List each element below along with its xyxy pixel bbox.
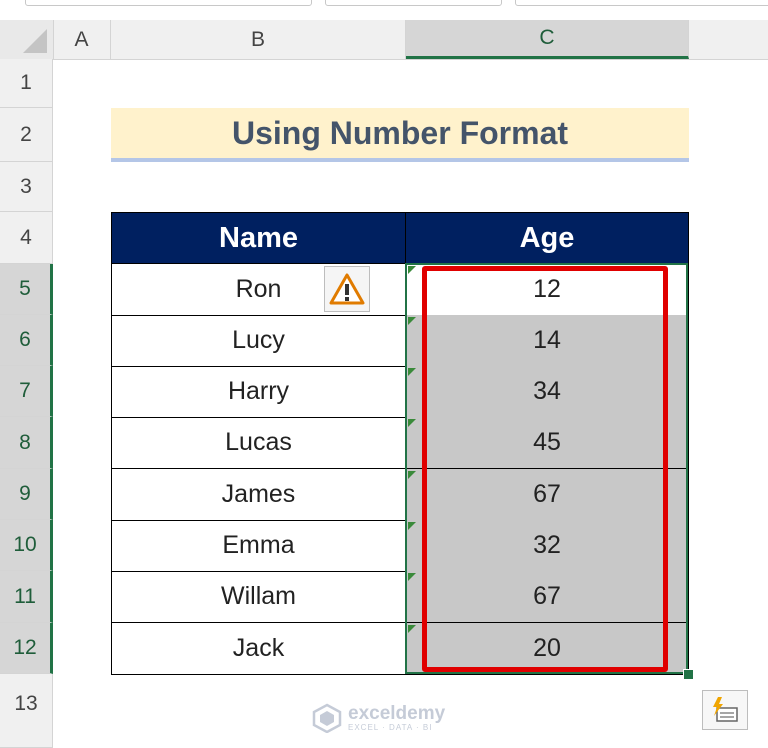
header-age[interactable]: Age (405, 212, 689, 264)
name-cell[interactable]: James (111, 469, 406, 521)
watermark: exceldemy EXCEL · DATA · BI (312, 700, 482, 736)
row-header-5[interactable]: 5 (0, 264, 53, 315)
row-header-7[interactable]: 7 (0, 366, 53, 417)
name-box[interactable] (25, 0, 312, 6)
header-name[interactable]: Name (111, 212, 406, 264)
name-cell[interactable]: Harry (111, 366, 406, 418)
age-cell[interactable]: 12 (405, 264, 689, 316)
error-indicator-icon (408, 317, 416, 325)
column-header-a[interactable]: A (53, 20, 111, 59)
error-indicator-icon (408, 266, 416, 274)
row-header-11[interactable]: 11 (0, 571, 53, 623)
quick-analysis-button[interactable] (702, 690, 748, 730)
toolbar-box[interactable] (325, 0, 502, 6)
row-header-2[interactable]: 2 (0, 108, 53, 162)
age-cell[interactable]: 67 (405, 469, 689, 521)
exceldemy-logo-icon (312, 703, 342, 733)
error-indicator-icon (408, 368, 416, 376)
row-header-13[interactable]: 13 (0, 674, 53, 748)
age-cell[interactable]: 45 (405, 417, 689, 469)
age-cell[interactable]: 34 (405, 366, 689, 418)
watermark-text: exceldemy EXCEL · DATA · BI (348, 702, 446, 732)
watermark-brand: exceldemy (348, 702, 446, 724)
name-cell[interactable]: Emma (111, 520, 406, 572)
row-header-12[interactable]: 12 (0, 623, 53, 674)
column-header-b[interactable]: B (111, 20, 406, 59)
formula-bar[interactable] (515, 0, 768, 6)
error-indicator-icon (408, 573, 416, 581)
error-options-button[interactable] (324, 266, 370, 312)
age-cell[interactable]: 20 (405, 623, 689, 675)
select-all-corner[interactable] (0, 20, 54, 60)
row-header-4[interactable]: 4 (0, 212, 53, 264)
column-header-c[interactable]: C (406, 20, 689, 59)
title-cell[interactable]: Using Number Format (111, 108, 689, 162)
error-indicator-icon (408, 522, 416, 530)
error-indicator-icon (408, 419, 416, 427)
quick-analysis-icon (713, 697, 738, 722)
row-header-6[interactable]: 6 (0, 315, 53, 366)
name-cell[interactable]: Jack (111, 623, 406, 675)
age-cell[interactable]: 67 (405, 571, 689, 623)
row-header-10[interactable]: 10 (0, 520, 53, 571)
spreadsheet: A B C 1 2 3 4 5 6 7 8 9 10 11 12 13 Usin… (0, 0, 768, 748)
row-header-8[interactable]: 8 (0, 417, 53, 469)
row-header-3[interactable]: 3 (0, 162, 53, 212)
name-cell[interactable]: Lucas (111, 417, 406, 469)
name-cell[interactable]: Willam (111, 571, 406, 623)
age-cell[interactable]: 14 (405, 315, 689, 367)
fill-handle[interactable] (683, 669, 694, 680)
warning-icon (329, 273, 365, 305)
error-indicator-icon (408, 625, 416, 633)
row-header-9[interactable]: 9 (0, 469, 53, 520)
toolbar-strip (0, 0, 768, 20)
row-header-1[interactable]: 1 (0, 59, 53, 108)
error-indicator-icon (408, 471, 416, 479)
name-cell[interactable]: Lucy (111, 315, 406, 367)
age-cell[interactable]: 32 (405, 520, 689, 572)
watermark-tagline: EXCEL · DATA · BI (348, 722, 433, 732)
